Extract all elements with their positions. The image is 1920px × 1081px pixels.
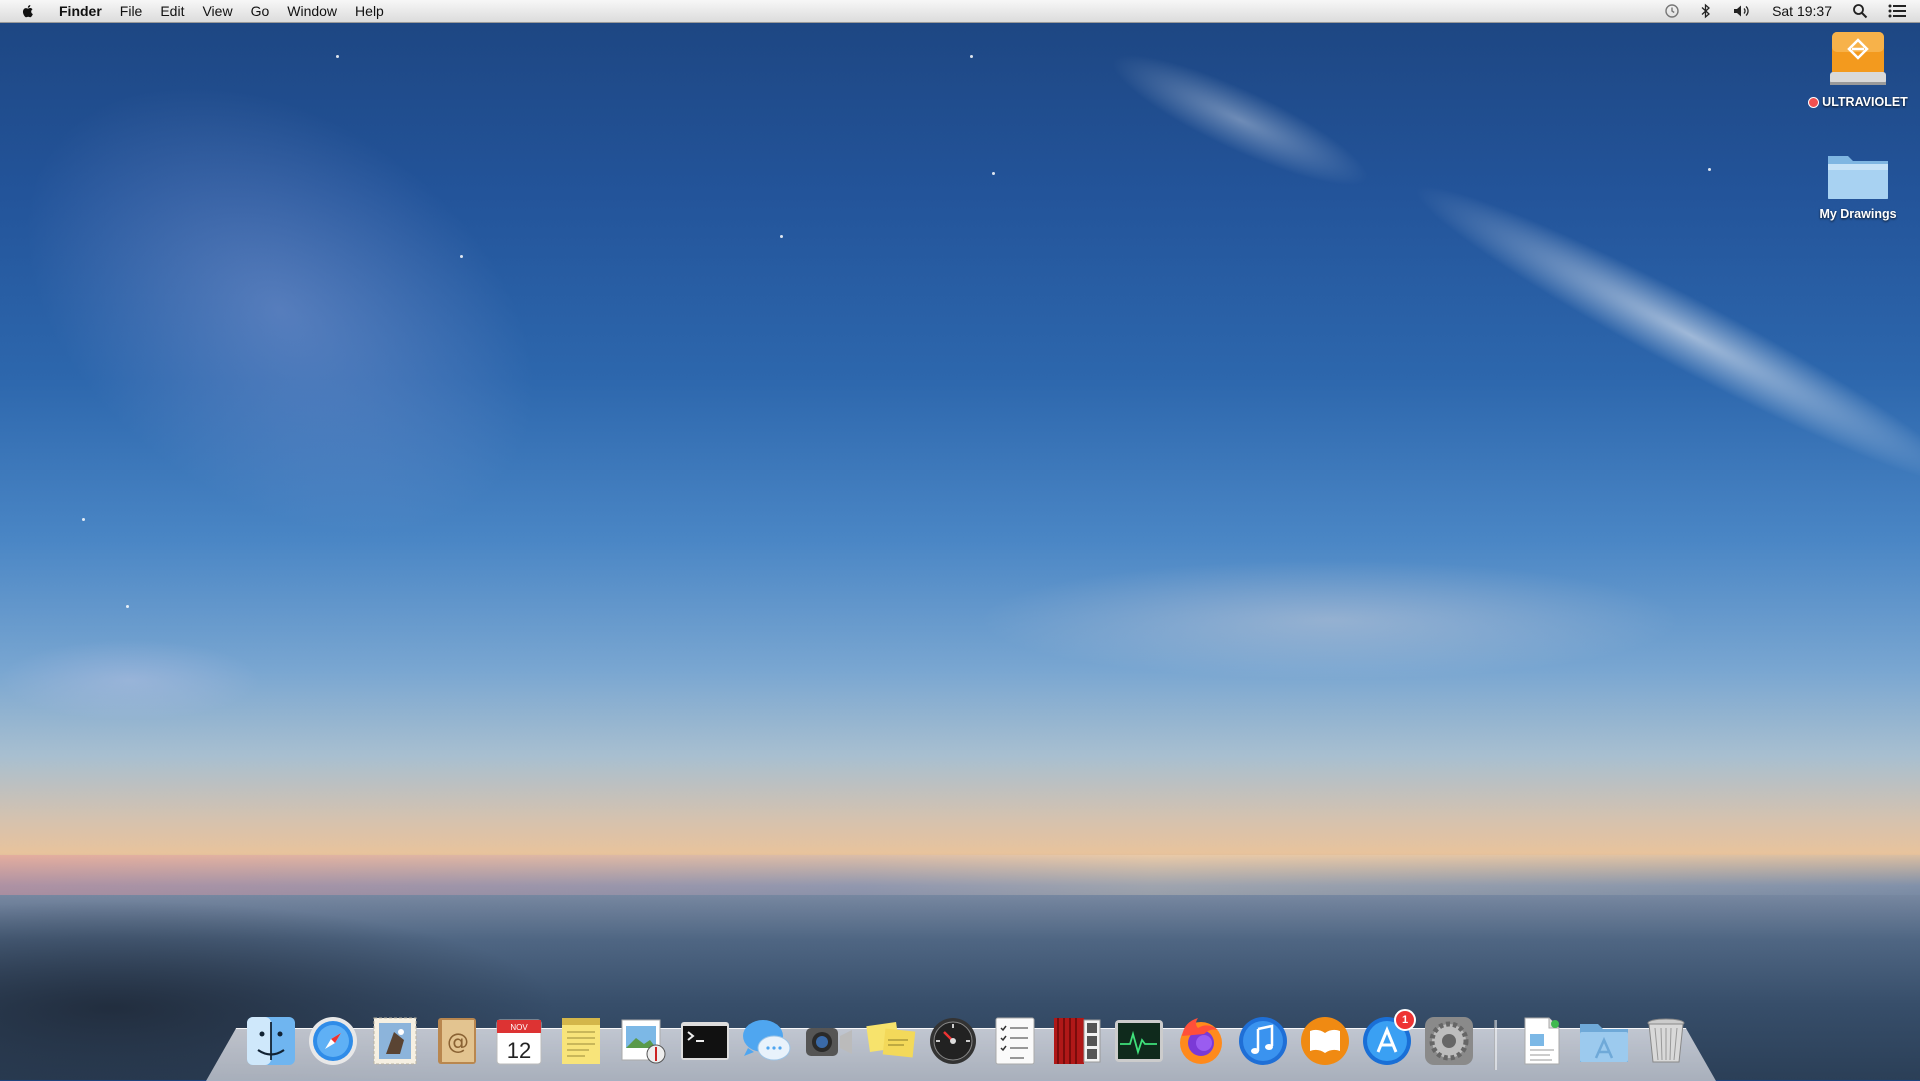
- dock-contacts[interactable]: @: [428, 1012, 486, 1070]
- terminal-icon: [681, 1022, 729, 1060]
- trash-icon: [1647, 1018, 1685, 1063]
- red-tag-dot: [1808, 97, 1820, 109]
- dashboard-gauge-icon: [930, 1018, 976, 1064]
- menu-go[interactable]: Go: [242, 0, 279, 22]
- messages-bubble-icon: [743, 1020, 791, 1061]
- status-area: Sat 19:37: [1654, 0, 1920, 22]
- spotlight-icon[interactable]: [1842, 0, 1878, 22]
- dock-trash[interactable]: [1637, 1012, 1695, 1070]
- contacts-book-icon: @: [438, 1018, 476, 1064]
- drive-label: ULTRAVIOLET: [1822, 95, 1908, 109]
- dock-safari[interactable]: [304, 1012, 362, 1070]
- dock-separator: [1494, 1020, 1497, 1070]
- dock-ibooks[interactable]: [1296, 1012, 1354, 1070]
- dock-facetime[interactable]: [800, 1012, 858, 1070]
- dock-messages[interactable]: [738, 1012, 796, 1070]
- preview-icon: [621, 1019, 666, 1064]
- calendar-day: 12: [507, 1038, 531, 1063]
- gear-icon: [1425, 1017, 1473, 1065]
- applications-folder-icon: [1580, 1024, 1628, 1062]
- menu-help[interactable]: Help: [346, 0, 393, 22]
- app-menu-finder[interactable]: Finder: [50, 0, 111, 22]
- dock-system-preferences[interactable]: [1420, 1012, 1478, 1070]
- desktop-folder-my-drawings[interactable]: My Drawings: [1798, 148, 1918, 221]
- dock-documents-stack[interactable]: [1513, 1012, 1571, 1070]
- mail-stamp-icon: [373, 1017, 417, 1065]
- itunes-music-icon: [1239, 1017, 1287, 1065]
- star: [126, 605, 129, 608]
- calendar-icon: NOV 12: [496, 1019, 542, 1065]
- menu-view[interactable]: View: [193, 0, 241, 22]
- dock-app-store[interactable]: 1: [1358, 1009, 1416, 1070]
- cloud: [1100, 33, 1380, 207]
- menu-bar: Finder File Edit View Go Window Help Sat…: [0, 0, 1920, 23]
- folder-label: My Drawings: [1819, 207, 1897, 221]
- activity-monitor-icon: [1115, 1020, 1163, 1062]
- menu-file[interactable]: File: [111, 0, 152, 22]
- external-drive-icon: [1830, 32, 1886, 85]
- photo-booth-icon: [1054, 1018, 1101, 1064]
- dock-mail[interactable]: [366, 1012, 424, 1070]
- dock-terminal[interactable]: [676, 1012, 734, 1070]
- notes-pad-icon: [562, 1018, 600, 1064]
- bluetooth-icon[interactable]: [1690, 0, 1722, 22]
- notification-center-icon[interactable]: [1878, 0, 1920, 22]
- calendar-month: NOV: [510, 1023, 528, 1032]
- star: [1708, 168, 1711, 171]
- ibooks-icon: [1301, 1017, 1349, 1065]
- svg-text:@: @: [447, 1030, 469, 1055]
- app-store-update-badge: 1: [1394, 1009, 1416, 1031]
- dock-stickies[interactable]: [862, 1012, 920, 1070]
- star: [336, 55, 339, 58]
- dock-notes[interactable]: [552, 1012, 610, 1070]
- dock-photo-booth[interactable]: [1048, 1012, 1106, 1070]
- reminders-list-icon: [995, 1017, 1035, 1065]
- facetime-camera-icon: [806, 1028, 852, 1056]
- star: [460, 255, 463, 258]
- menu-edit[interactable]: Edit: [151, 0, 193, 22]
- star: [992, 172, 995, 175]
- stickies-icon: [866, 1022, 916, 1058]
- star: [82, 518, 85, 521]
- document-icon: [1524, 1017, 1560, 1065]
- dock-dashboard[interactable]: [924, 1012, 982, 1070]
- dock-calendar[interactable]: NOV 12: [490, 1012, 548, 1070]
- dock-finder[interactable]: [242, 1012, 300, 1070]
- cloud: [0, 640, 260, 720]
- star: [970, 55, 973, 58]
- dock-itunes[interactable]: [1234, 1012, 1292, 1070]
- menu-window[interactable]: Window: [278, 0, 346, 22]
- dock-applications-stack[interactable]: [1575, 1012, 1633, 1070]
- time-machine-icon[interactable]: [1654, 0, 1690, 22]
- dock-preview[interactable]: [614, 1012, 672, 1070]
- safari-compass-icon: [309, 1017, 357, 1065]
- dock-firefox[interactable]: [1172, 1012, 1230, 1070]
- clock[interactable]: Sat 19:37: [1762, 0, 1842, 22]
- desktop-drive-ultraviolet[interactable]: ULTRAVIOLET: [1798, 28, 1918, 109]
- firefox-icon: [1180, 1018, 1222, 1064]
- dock-reminders[interactable]: [986, 1012, 1044, 1070]
- finder-icon: [247, 1017, 295, 1065]
- cloud: [980, 560, 1680, 680]
- horizon-glow: [0, 855, 1920, 895]
- folder-icon: [1828, 156, 1888, 199]
- dock-activity-monitor[interactable]: [1110, 1012, 1168, 1070]
- apple-menu-icon[interactable]: [20, 3, 36, 19]
- dock: @ NOV 12 1: [240, 1006, 1697, 1070]
- cloud: [0, 0, 619, 627]
- star: [780, 235, 783, 238]
- volume-icon[interactable]: [1722, 0, 1762, 22]
